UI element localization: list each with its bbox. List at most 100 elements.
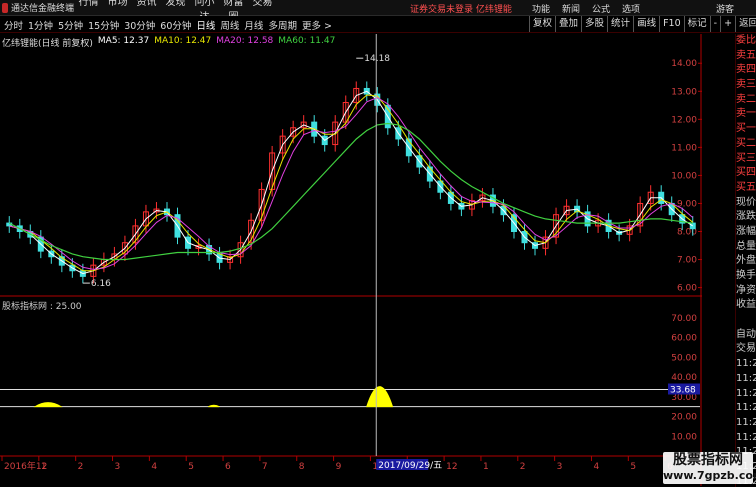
ma5-label: MA5: 12.37 [97,36,150,46]
period-tabs: 分时 1分钟 5分钟 15分钟 30分钟 60分钟 日线 周线 月线 多周期 更多 > [4,18,337,32]
chart-canvas[interactable]: 14.0013.0012.0011.0010.009.008.007.006.0… [0,34,702,486]
time-axis-label-8: 8 [299,462,305,472]
side-panel-item-15: 外盘 [736,255,756,267]
tool-button-7[interactable]: - [709,16,720,32]
top-right-item-2[interactable]: 公式 [592,2,610,15]
side-panel-item-7: 买二 [736,137,756,149]
side-panel-item-18: 收益 [736,299,756,311]
ma5-line [9,90,693,275]
top-menu-bar: 通达信金融终端 行情市场资讯发现问小达财富圈交易 证券交易未登录 亿纬锂能 功能… [0,0,756,23]
price-axis-label-0: 14.00 [671,59,697,69]
tool-button-8[interactable]: + [720,16,735,32]
period-tab-0[interactable]: 分时 [4,18,23,32]
side-panel-item-4: 卖二 [736,93,756,105]
price-axis-label-4: 10.00 [671,171,697,181]
tool-button-9[interactable]: 返回 [735,16,756,32]
time-axis-label-2: 2 [78,462,84,472]
tool-button-3[interactable]: 统计 [607,16,633,32]
side-panel-item-12: 涨跌 [736,211,756,223]
period-toolbar: 分时 1分钟 5分钟 15分钟 30分钟 60分钟 日线 周线 月线 多周期 更多 > 复权 叠加 多股… [0,16,756,33]
ma10-label: MA10: 12.47 [154,36,212,46]
watermark-url: www.7gpzb.com [663,469,756,482]
login-alert[interactable]: 证券交易未登录 亿纬锂能 [410,2,512,15]
indicator-legend-text: 股标指标网 : 25.00 [2,302,82,312]
side-panel-item-6: 买一 [736,123,756,135]
indicator-axis-label-6: 10.00 [671,432,697,442]
side-panel-item-10: 买五 [736,181,756,193]
period-tab-8[interactable]: 月线 [244,18,263,32]
side-panel-item-25: 11:29 [736,402,756,414]
time-axis-label-14: 2 [520,462,526,472]
kline-chart[interactable]: 14.00 13.00 12.00 11.00 10.00 9.00 8.00 7.00 6.0… [0,34,702,486]
stock-name-label: 亿纬锂能(日线 前复权) [2,39,93,49]
time-axis-label-16: 4 [593,462,599,472]
site-watermark: 股票指标网 www.7gpzb.com [663,452,756,484]
period-tab-10[interactable]: 更多 > [302,18,332,32]
watermark-title: 股票指标网 [673,452,743,468]
guest-label[interactable]: 游客 [716,2,734,15]
top-right-item-0[interactable]: 功能 [532,2,550,15]
time-axis-label-6: 6 [225,462,231,472]
app-name: 通达信金融终端 [10,4,74,14]
main-legend: 亿纬锂能(日线 前复权) MA5: 12.37 MA10: 12.47 MA20… [2,36,340,49]
ma60-line [9,122,693,261]
time-axis-label-17: 5 [630,462,636,472]
time-axis-label-12: 12 [446,462,457,472]
side-panel-item-27: 11:29 [736,431,756,443]
side-panel-item-17: 净资 [736,284,756,296]
top-right-item-3[interactable]: 选项 [622,2,640,15]
period-tab-9[interactable]: 多周期 [268,18,297,32]
indicator-bump-1 [208,404,220,408]
period-tab-1[interactable]: 1分钟 [28,18,53,32]
time-axis-label-5: 5 [188,462,194,472]
max-price-label: 14.18 [364,54,390,64]
indicator-axis-label-2: 50.00 [671,353,697,363]
period-tab-7[interactable]: 周线 [220,18,239,32]
top-right-menu: 功能 新闻 公式 选项 [532,2,652,15]
period-tab-4[interactable]: 30分钟 [124,18,155,32]
price-axis-label-2: 12.00 [671,115,697,125]
time-axis-label-1: 1 [41,462,47,472]
side-panel-item-14: 总量 [736,240,756,252]
side-panel-item-9: 买四 [736,167,756,179]
app-logo-icon [2,2,8,13]
chart-tools: 复权 叠加 多股 统计 画线 F10 标记 - + 返回 [529,16,756,32]
app-brand: 通达信金融终端 [0,1,74,14]
price-axis-label-7: 7.00 [677,256,697,266]
price-axis-label-5: 9.00 [677,199,697,209]
side-panel-item-16: 换手 [736,270,756,281]
period-tab-2[interactable]: 5分钟 [58,18,83,32]
period-tab-6[interactable]: 日线 [196,18,215,32]
indicator-current-value: 33.68 [670,386,696,396]
side-panel-item-3: 卖三 [736,79,756,91]
tool-button-1[interactable]: 叠加 [555,16,581,32]
side-panel-item-19 [736,313,756,328]
time-axis-label-9: 9 [336,462,342,472]
period-tab-5[interactable]: 60分钟 [160,18,191,32]
side-panel-item-23: 11:29 [736,372,756,384]
tool-button-5[interactable]: F10 [659,16,684,32]
indicator-axis-label-5: 20.00 [671,413,697,423]
side-panel-item-8: 买三 [736,152,756,164]
tool-button-2[interactable]: 多股 [581,16,607,32]
time-axis-label-15: 3 [557,462,563,472]
time-axis-label-13: 1 [483,462,489,472]
quote-side-panel: 委比 卖五 卖四 卖三 卖二 卖一 买一 买二 买三 买四 买五 现价 涨跌 涨幅 总量 外盘 换手 净资 收益 自动… [735,34,756,487]
indicator-legend: 股标指标网 : 25.00 [2,299,82,312]
side-panel-item-2: 卖四 [736,64,756,76]
tool-button-6[interactable]: 标记 [683,16,710,32]
top-right-item-1[interactable]: 新闻 [562,2,580,15]
tool-button-4[interactable]: 画线 [633,16,659,32]
min-price-label: 6.16 [91,279,111,289]
indicator-bump-0 [33,402,63,408]
tool-button-0[interactable]: 复权 [529,16,555,32]
indicator-axis-label-1: 60.00 [671,334,697,344]
price-axis-label-3: 11.00 [671,143,697,153]
side-panel-item-21: 交易 [736,343,756,355]
period-tab-3[interactable]: 15分钟 [88,18,119,32]
side-panel-item-22: 11:29 [736,358,756,370]
side-panel-item-26: 11:29 [736,416,756,428]
cursor-date-label: 2017/09/29/五 [378,461,442,471]
side-panel-item-0: 委比 [736,35,756,46]
side-panel-item-24: 11:29 [736,387,756,399]
